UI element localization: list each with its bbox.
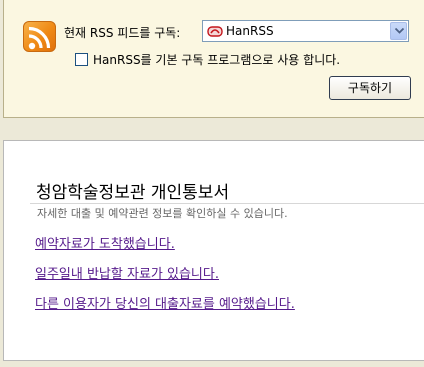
browser-feed-view: 현재 RSS 피드를 구독: HanRSS HanRSS를 기본 구독 프로그램… (0, 0, 424, 367)
loan-reserved-link[interactable]: 다른 이용자가 당신의 대출자료를 예약했습니다. (35, 293, 295, 312)
personal-notice-panel: 청암학술정보관 개인통보서 자세한 대출 및 예약관련 정보를 확인하실 수 있… (3, 140, 424, 361)
title-divider (30, 203, 424, 204)
chevron-down-icon[interactable] (390, 22, 407, 40)
return-due-link[interactable]: 일주일내 반납할 자료가 있습니다. (35, 263, 219, 282)
reservation-arrived-link[interactable]: 예약자료가 도착했습니다. (35, 233, 175, 252)
default-reader-checkbox[interactable] (75, 53, 88, 66)
feed-reader-select[interactable]: HanRSS (202, 20, 409, 42)
default-reader-label: HanRSS를 기본 구독 프로그램으로 사용 합니다. (93, 53, 341, 67)
hanrss-app-icon (207, 25, 223, 38)
notice-description: 자세한 대출 및 예약관련 정보를 확인하실 수 있습니다. (37, 207, 288, 220)
subscribe-button[interactable]: 구독하기 (329, 76, 411, 100)
subscribe-label: 현재 RSS 피드를 구독: (64, 26, 181, 40)
feed-reader-value: HanRSS (226, 24, 274, 38)
rss-feed-icon (23, 21, 56, 52)
rss-subscribe-panel: 현재 RSS 피드를 구독: HanRSS HanRSS를 기본 구독 프로그램… (3, 0, 424, 118)
page-title: 청암학술정보관 개인통보서 (36, 183, 230, 203)
